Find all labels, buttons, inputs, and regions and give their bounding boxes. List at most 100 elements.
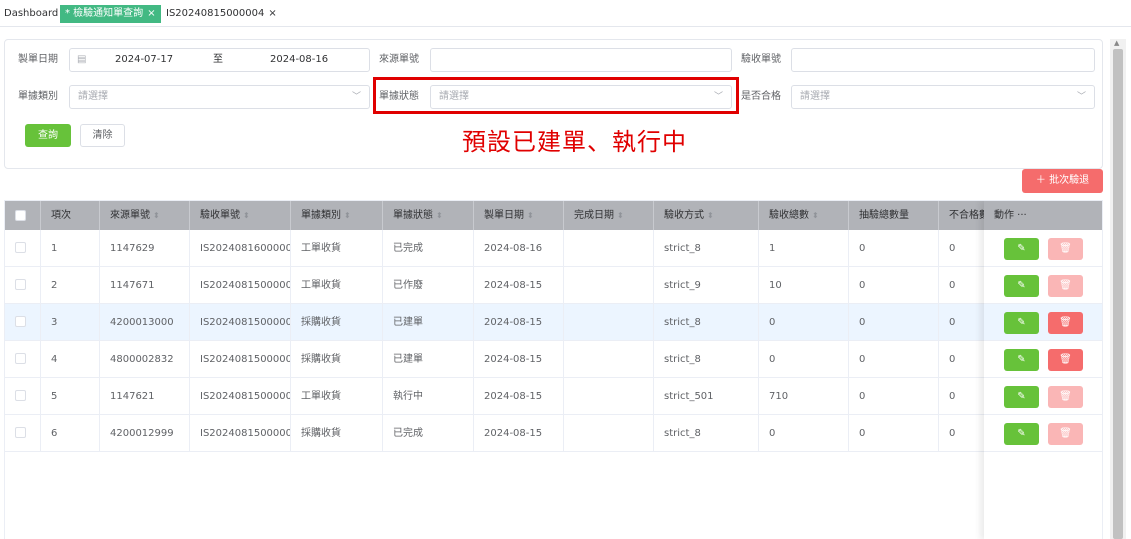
cell-method: strict_501 — [654, 378, 759, 415]
sort-icon[interactable]: ⬍ — [153, 211, 160, 220]
sort-icon[interactable]: ⬍ — [707, 211, 714, 220]
source-no-input[interactable] — [430, 48, 732, 72]
header-cell[interactable]: 來源單號 ⬍ — [100, 201, 190, 230]
cell-total: 1 — [759, 230, 849, 267]
query-button[interactable]: 查詢 — [25, 124, 71, 147]
date-to[interactable]: 2024-08-16 — [270, 49, 328, 71]
pass-select[interactable]: 請選擇 ﹀ — [791, 85, 1095, 109]
chevron-down-icon: ﹀ — [1076, 92, 1086, 102]
select-all-checkbox[interactable] — [15, 210, 26, 221]
header-cell[interactable]: 驗收方式 ⬍ — [654, 201, 759, 230]
header-cell[interactable]: 不合格數 — [939, 201, 989, 230]
tab-label: * 檢驗通知單查詢 — [65, 8, 144, 19]
cell-receipt: IS20240815000001 — [190, 415, 291, 452]
date-range-picker[interactable]: ▤ 2024-07-17 至 2024-08-16 — [69, 48, 370, 72]
cell-source: 4200012999 — [100, 415, 190, 452]
row-checkbox[interactable] — [15, 427, 26, 438]
row-checkbox[interactable] — [15, 316, 26, 327]
scrollbar-thumb[interactable] — [1113, 49, 1123, 539]
header-cell[interactable]: 製單日期 ⬍ — [474, 201, 564, 230]
tab-dashboard[interactable]: Dashboard — [4, 5, 58, 23]
cell-done — [564, 304, 654, 341]
vertical-scrollbar[interactable]: ▲ — [1110, 39, 1126, 539]
cell-idx: 6 — [41, 415, 100, 452]
batch-return-button[interactable]: ＋ 批次驗退 — [1022, 169, 1103, 193]
row-checkbox[interactable] — [15, 353, 26, 364]
edit-icon[interactable]: ✎ — [1004, 423, 1039, 445]
sort-icon[interactable]: ⬍ — [436, 211, 443, 220]
cell-type: 工單收貨 — [291, 378, 383, 415]
cell-type: 採購收貨 — [291, 415, 383, 452]
edit-icon[interactable]: ✎ — [1004, 386, 1039, 408]
cell-fail: 0 — [939, 378, 989, 415]
tab-inspection-query[interactable]: * 檢驗通知單查詢 × — [60, 5, 161, 23]
header-cell[interactable]: 抽驗總數量 — [849, 201, 939, 230]
cell-idx: 2 — [41, 267, 100, 304]
sort-icon[interactable]: ⬍ — [812, 211, 819, 220]
checkbox-cell — [5, 341, 41, 378]
row-checkbox[interactable] — [15, 390, 26, 401]
header-label: 來源單號 — [110, 210, 150, 221]
row-checkbox[interactable] — [15, 242, 26, 253]
table-header: 項次 來源單號 ⬍ 驗收單號 ⬍ 單據類別 ⬍ 單據狀態 ⬍ 製單日期 ⬍ 完成日期 ⬍ 驗… — [5, 201, 1102, 230]
annotation-highlight-box — [373, 77, 739, 114]
close-icon[interactable]: × — [147, 8, 155, 19]
edit-icon[interactable]: ✎ — [1004, 312, 1039, 334]
cell-method: strict_8 — [654, 304, 759, 341]
pass-placeholder: 請選擇 — [800, 91, 830, 102]
action-cell: ✎ 🗑 — [984, 341, 1102, 378]
table-row[interactable]: 4 4800002832 IS20240815000003 採購收貨 已建單 2024-0… — [5, 341, 1102, 378]
receipt-no-label: 驗收單號 — [741, 54, 781, 65]
sort-icon[interactable]: ⬍ — [243, 211, 250, 220]
action-column: 動作 ··· ✎ 🗑 ✎ 🗑 ✎ 🗑 ✎ 🗑 ✎ 🗑 ✎ 🗑 — [984, 201, 1102, 539]
tab-receipt-detail[interactable]: IS20240815000004 × — [166, 5, 277, 23]
table-row[interactable]: 3 4200013000 IS20240815000004 採購收貨 已建單 2024-0… — [5, 304, 1102, 341]
cell-status: 已建單 — [383, 341, 474, 378]
cell-fail: 0 — [939, 415, 989, 452]
cell-fail: 0 — [939, 341, 989, 378]
row-checkbox[interactable] — [15, 279, 26, 290]
edit-icon[interactable]: ✎ — [1004, 275, 1039, 297]
cell-done — [564, 341, 654, 378]
header-cell[interactable]: 驗收單號 ⬍ — [190, 201, 291, 230]
checkbox-cell — [5, 267, 41, 304]
cell-sample: 0 — [849, 267, 939, 304]
table-row[interactable]: 6 4200012999 IS20240815000001 採購收貨 已完成 2024-0… — [5, 415, 1102, 452]
header-label: 項次 — [51, 210, 71, 221]
cell-receipt: IS20240815000002 — [190, 378, 291, 415]
edit-icon[interactable]: ✎ — [1004, 349, 1039, 371]
checkbox-cell — [5, 378, 41, 415]
date-from[interactable]: 2024-07-17 — [115, 49, 173, 71]
receipt-no-input[interactable] — [791, 48, 1095, 72]
delete-icon[interactable]: 🗑 — [1048, 349, 1083, 371]
action-cell: ✎ 🗑 — [984, 304, 1102, 341]
date-separator: 至 — [213, 54, 223, 65]
tab-label: Dashboard — [4, 8, 59, 19]
header-label: 驗收總數 — [769, 210, 809, 221]
sort-icon[interactable]: ⬍ — [617, 211, 624, 220]
clear-button[interactable]: 清除 — [80, 124, 125, 147]
scroll-up-icon[interactable]: ▲ — [1114, 39, 1119, 47]
close-icon[interactable]: × — [268, 8, 276, 19]
sort-icon[interactable]: ⬍ — [527, 211, 534, 220]
cell-sample: 0 — [849, 230, 939, 267]
delete-icon: 🗑 — [1048, 238, 1083, 260]
delete-icon: 🗑 — [1048, 386, 1083, 408]
doctype-select[interactable]: 請選擇 ﹀ — [69, 85, 370, 109]
table-row[interactable]: 5 1147621 IS20240815000002 工單收貨 執行中 2024-08-1… — [5, 378, 1102, 415]
checkbox-cell — [5, 230, 41, 267]
header-cell[interactable]: 單據類別 ⬍ — [291, 201, 383, 230]
header-cell[interactable]: 完成日期 ⬍ — [564, 201, 654, 230]
table-row[interactable]: 1 1147629 IS20240816000001 工單收貨 已完成 2024-08-1… — [5, 230, 1102, 267]
delete-icon[interactable]: 🗑 — [1048, 312, 1083, 334]
cell-sample: 0 — [849, 378, 939, 415]
sort-icon[interactable]: ⬍ — [344, 211, 351, 220]
edit-icon[interactable]: ✎ — [1004, 238, 1039, 260]
cell-sample: 0 — [849, 341, 939, 378]
cell-receipt: IS20240816000001 — [190, 230, 291, 267]
header-cell[interactable]: 項次 — [41, 201, 100, 230]
table-row[interactable]: 2 1147671 IS20240815000005 工單收貨 已作廢 2024-08-1… — [5, 267, 1102, 304]
header-label: 單據類別 — [301, 210, 341, 221]
header-cell[interactable]: 單據狀態 ⬍ — [383, 201, 474, 230]
header-cell[interactable]: 驗收總數 ⬍ — [759, 201, 849, 230]
